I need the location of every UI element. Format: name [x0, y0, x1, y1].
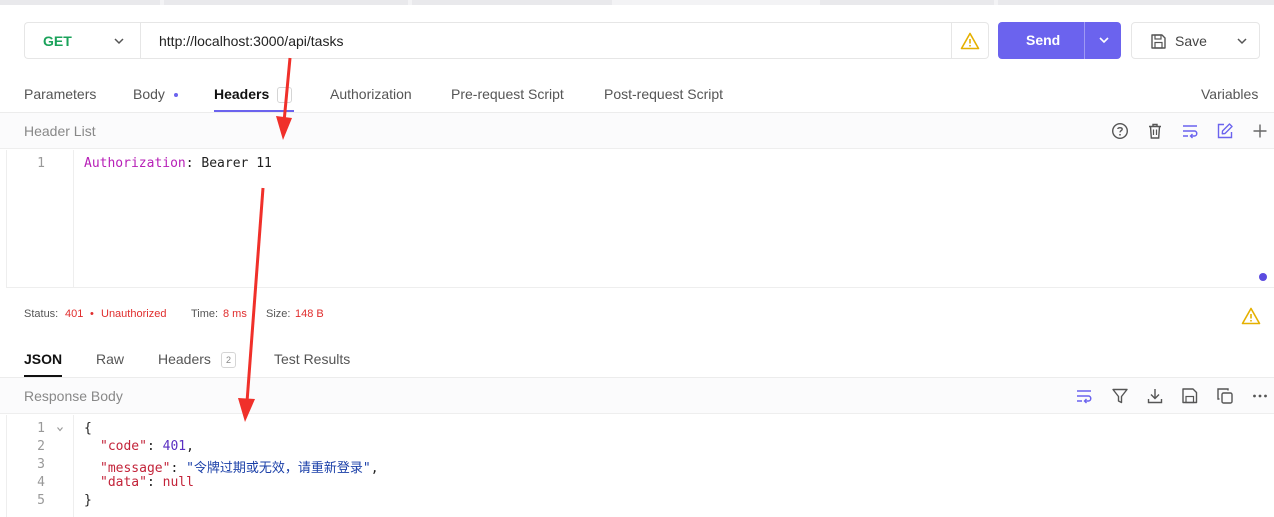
plus-icon[interactable] — [1251, 122, 1269, 140]
wrap-lines-icon[interactable] — [1075, 387, 1093, 405]
method-select[interactable]: GET — [24, 22, 140, 59]
tab-strip-segment — [412, 0, 612, 5]
send-divider — [1084, 22, 1085, 59]
line-number: 1 — [37, 156, 45, 171]
active-tab-indicator — [24, 375, 62, 377]
json-line-message: "message": "令牌过期或无效，请重新登录", — [100, 457, 379, 476]
tab-json[interactable]: JSON — [24, 351, 62, 367]
tab-raw[interactable]: Raw — [96, 351, 124, 367]
header-value: Bearer 11 — [201, 156, 272, 171]
json-string-value: "令牌过期或无效，请重新登录" — [186, 461, 371, 476]
tab-strip-segment — [998, 0, 1274, 5]
status-indicator-dot — [1259, 273, 1267, 281]
chevron-down-icon — [114, 38, 124, 45]
line-number: 2 — [37, 439, 45, 454]
header-line: Authorization: Bearer 11 — [84, 156, 272, 171]
json-open-brace: { — [84, 421, 92, 436]
window-tab-strip — [0, 0, 1274, 5]
body-modified-dot — [174, 93, 178, 97]
header-list-title: Header List — [24, 123, 96, 139]
line-number: 4 — [37, 475, 45, 490]
header-key: Authorization — [84, 156, 186, 171]
json-comma: , — [186, 439, 194, 454]
send-button[interactable]: Send — [998, 22, 1121, 59]
size-label: Size: — [266, 308, 291, 320]
filter-icon[interactable] — [1111, 387, 1129, 405]
response-body-toolbar: Response Body — [0, 378, 1274, 414]
tab-body[interactable]: Body — [133, 86, 165, 102]
json-colon: : — [146, 439, 163, 454]
more-horizontal-icon[interactable] — [1251, 387, 1269, 405]
status-label: Status: — [24, 308, 59, 320]
headers-count-badge: 2 — [221, 352, 236, 368]
tab-headers[interactable]: Headers — [214, 86, 269, 102]
download-icon[interactable] — [1146, 387, 1164, 405]
tab-strip-segment — [0, 0, 160, 5]
time-value: 8 ms — [223, 308, 247, 320]
json-comma: , — [370, 461, 379, 476]
save-label: Save — [1175, 33, 1207, 49]
json-key: "code" — [100, 439, 147, 454]
header-list-editor[interactable]: 1 Authorization: Bearer 11 — [6, 150, 1274, 288]
json-number-value: 401 — [162, 439, 187, 454]
json-line-data: "data": null — [100, 475, 194, 490]
save-icon[interactable] — [1181, 387, 1199, 405]
response-tabs: JSON Raw Headers 2 Test Results — [0, 345, 1274, 378]
tab-variables[interactable]: Variables — [1201, 86, 1258, 102]
save-icon — [1151, 34, 1166, 49]
size-value: 148 B — [295, 308, 324, 320]
json-colon: : — [170, 461, 187, 476]
chevron-down-icon[interactable] — [1235, 34, 1249, 48]
tab-strip-segment — [820, 0, 994, 5]
tab-response-headers[interactable]: Headers — [158, 351, 211, 367]
tab-authorization[interactable]: Authorization — [330, 86, 412, 102]
chevron-down-icon[interactable] — [1097, 33, 1111, 47]
line-number: 3 — [37, 457, 45, 472]
wrap-lines-icon[interactable] — [1181, 122, 1199, 140]
fold-caret-icon[interactable] — [56, 425, 64, 433]
json-key: "message" — [100, 461, 171, 476]
url-input[interactable]: http://localhost:3000/api/tasks — [140, 22, 952, 59]
tab-test-results[interactable]: Test Results — [274, 351, 350, 367]
warning-icon — [960, 32, 980, 49]
url-warning-button[interactable] — [952, 22, 989, 59]
active-tab-indicator — [214, 110, 294, 112]
header-list-toolbar: Header List — [0, 113, 1274, 149]
save-button[interactable]: Save — [1131, 22, 1260, 59]
response-body-editor[interactable]: 1 2 3 4 5 { "code": 401, "message": "令牌过… — [6, 415, 1274, 517]
send-label: Send — [1026, 32, 1061, 48]
json-close-brace: } — [84, 493, 92, 508]
json-null-value: null — [162, 475, 194, 490]
trash-icon[interactable] — [1146, 122, 1164, 140]
response-body-title: Response Body — [24, 388, 123, 404]
tab-strip-segment — [164, 0, 408, 5]
json-line-code: "code": 401, — [100, 439, 194, 454]
edit-icon[interactable] — [1216, 122, 1234, 140]
url-text: http://localhost:3000/api/tasks — [159, 32, 344, 49]
status-bullet: • — [90, 308, 94, 320]
line-number: 5 — [37, 493, 45, 508]
tab-pre-request-script[interactable]: Pre-request Script — [451, 86, 564, 102]
help-circle-icon[interactable] — [1111, 122, 1129, 140]
tab-parameters[interactable]: Parameters — [24, 86, 96, 102]
warning-icon[interactable] — [1241, 307, 1261, 325]
request-tabs: Parameters Body Headers Authorization Pr… — [0, 80, 1274, 113]
header-separator: : — [185, 156, 202, 171]
time-label: Time: — [191, 308, 219, 320]
method-label: GET — [43, 32, 72, 49]
status-text: Unauthorized — [101, 308, 167, 320]
line-number: 1 — [37, 421, 45, 436]
headers-count-badge — [277, 87, 292, 103]
tab-post-request-script[interactable]: Post-request Script — [604, 86, 723, 102]
json-key: "data" — [100, 475, 147, 490]
json-colon: : — [146, 475, 163, 490]
copy-icon[interactable] — [1216, 387, 1234, 405]
status-code: 401 — [65, 308, 84, 320]
